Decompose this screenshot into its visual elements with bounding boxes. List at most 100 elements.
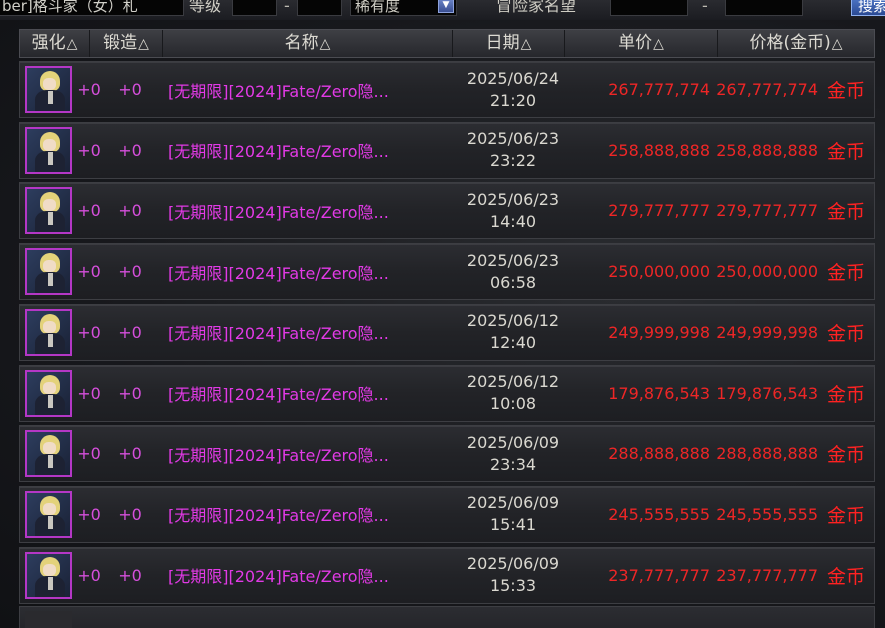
column-header-total-price[interactable]: 价格(金币)△	[718, 30, 874, 57]
item-name[interactable]: [无期限][2024]Fate/Zero隐...	[168, 183, 413, 238]
item-name[interactable]: [无期限][2024]Fate/Zero隐...	[168, 123, 413, 178]
unit-price: 288,888,888	[602, 426, 710, 481]
table-row[interactable]: +0 +0 [无期限][2024]Fate/Zero隐... 2025/06/2…	[19, 121, 875, 179]
column-header-forge[interactable]: 锻造△	[90, 30, 163, 57]
table-row[interactable]: +0 +0 [无期限][2024]Fate/Zero隐... 2025/06/0…	[19, 485, 875, 543]
listing-date-day: 2025/06/09	[466, 554, 560, 574]
table-row[interactable]: +0 +0 [无期限][2024]Fate/Zero隐... 2025/06/1…	[19, 303, 875, 361]
forge-value: +0	[115, 123, 145, 178]
listing-date: 2025/06/12 10:08	[454, 366, 572, 421]
table-header: 强化△ 锻造△ 名称△ 日期△ 单价△ 价格(金币)△	[19, 29, 875, 58]
table-row[interactable]: +0 +0 [无期限][2024]Fate/Zero隐... 2025/06/1…	[19, 364, 875, 422]
sort-triangle-icon: △	[319, 36, 331, 52]
name-text: [无期限][2024]Fate/Zero隐...	[168, 202, 389, 222]
strength-text: +0	[77, 504, 101, 524]
column-header-unit-price[interactable]: 单价△	[565, 30, 718, 57]
forge-value: +0	[115, 305, 145, 360]
total-price-text: 179,876,543	[716, 383, 818, 403]
column-header-name[interactable]: 名称△	[163, 30, 453, 57]
currency-label: 金币	[823, 548, 869, 603]
listing-date-day: 2025/06/12	[466, 311, 560, 331]
column-header-date[interactable]: 日期△	[453, 30, 565, 57]
strength-text: +0	[77, 383, 101, 403]
currency-label: 金币	[823, 244, 869, 299]
currency-text: 金币	[826, 140, 865, 163]
table-row[interactable]: +0 +0 [无期限][2024]Fate/Zero隐... 2025/06/2…	[19, 182, 875, 240]
listing-date-time: 23:34	[489, 454, 537, 474]
strength-value: +0	[74, 548, 104, 603]
table-row[interactable]: +0 +0 [无期限][2024]Fate/Zero隐... 2025/06/2…	[19, 61, 875, 118]
column-header-date-label: 日期	[485, 33, 520, 53]
strength-value: +0	[74, 366, 104, 421]
table-row-partial[interactable]	[19, 606, 875, 628]
total-price: 179,876,543	[716, 366, 818, 421]
currency-label: 金币	[823, 366, 869, 421]
search-button[interactable]: 搜索	[851, 0, 885, 16]
strength-text: +0	[77, 201, 101, 221]
currency-label: 金币	[823, 487, 869, 542]
item-name[interactable]: [无期限][2024]Fate/Zero隐...	[168, 244, 413, 299]
unit-price-text: 237,777,777	[608, 565, 710, 585]
name-text: [无期限][2024]Fate/Zero隐...	[168, 506, 389, 526]
strength-value: +0	[74, 305, 104, 360]
listing-date-time: 15:33	[489, 576, 537, 596]
fame-range-dash: -	[702, 0, 708, 15]
rarity-select[interactable]: 稀有度 ▼	[350, 0, 457, 16]
item-name[interactable]: [无期限][2024]Fate/Zero隐...	[168, 487, 413, 542]
total-price-text: 249,999,998	[716, 322, 818, 342]
item-name[interactable]: [无期限][2024]Fate/Zero隐...	[168, 62, 413, 117]
listing-date-time: 23:22	[489, 151, 537, 171]
level-label: 等级	[189, 0, 222, 15]
saber-avatar-icon[interactable]	[25, 551, 72, 599]
strength-text: +0	[77, 80, 101, 99]
forge-value: +0	[115, 548, 145, 603]
forge-value: +0	[115, 366, 145, 421]
strength-text: +0	[77, 262, 101, 282]
name-text: [无期限][2024]Fate/Zero隐...	[168, 142, 389, 162]
currency-label: 金币	[823, 123, 869, 178]
forge-value: +0	[115, 183, 145, 238]
total-price: 245,555,555	[716, 487, 818, 542]
fame-min-input[interactable]	[610, 0, 688, 16]
saber-avatar-icon[interactable]	[25, 490, 72, 538]
saber-avatar-icon[interactable]	[25, 369, 72, 417]
column-header-total-price-label: 价格(金币)	[749, 33, 831, 53]
level-max-input[interactable]	[297, 0, 342, 16]
item-name[interactable]: [无期限][2024]Fate/Zero隐...	[168, 366, 413, 421]
currency-text: 金币	[826, 80, 865, 102]
item-name[interactable]: [无期限][2024]Fate/Zero隐...	[168, 426, 413, 481]
forge-value: +0	[115, 244, 145, 299]
column-header-strength[interactable]: 强化△	[20, 30, 90, 57]
saber-avatar-icon[interactable]	[25, 187, 72, 235]
chevron-down-icon[interactable]: ▼	[438, 0, 454, 13]
table-row[interactable]: +0 +0 [无期限][2024]Fate/Zero隐... 2025/06/0…	[19, 425, 875, 483]
listing-date: 2025/06/23 14:40	[454, 183, 572, 238]
saber-avatar-icon[interactable]	[25, 126, 72, 174]
total-price: 237,777,777	[716, 548, 818, 603]
item-name[interactable]: [无期限][2024]Fate/Zero隐...	[168, 305, 413, 360]
table-row[interactable]: +0 +0 [无期限][2024]Fate/Zero隐... 2025/06/0…	[19, 546, 875, 604]
listing-date-day: 2025/06/09	[466, 493, 560, 513]
class-filter-field[interactable]: ber]格斗家（女）札	[0, 0, 184, 16]
listing-date-time: 15:41	[489, 515, 537, 535]
currency-label: 金币	[823, 183, 869, 238]
fame-max-input[interactable]	[725, 0, 803, 16]
total-price-text: 237,777,777	[716, 565, 818, 585]
total-price-text: 250,000,000	[716, 262, 818, 282]
saber-avatar-icon[interactable]	[25, 66, 72, 113]
item-name[interactable]: [无期限][2024]Fate/Zero隐...	[168, 548, 413, 603]
table-row[interactable]: +0 +0 [无期限][2024]Fate/Zero隐... 2025/06/2…	[19, 243, 875, 301]
forge-text: +0	[118, 383, 142, 403]
unit-price: 237,777,777	[602, 548, 710, 603]
unit-price: 279,777,777	[602, 183, 710, 238]
forge-value: +0	[115, 62, 145, 117]
level-range-dash: -	[284, 0, 290, 15]
name-text: [无期限][2024]Fate/Zero隐...	[168, 324, 389, 344]
level-min-input[interactable]	[232, 0, 277, 16]
strength-value: +0	[74, 487, 104, 542]
saber-avatar-icon[interactable]	[25, 430, 72, 478]
saber-avatar-icon[interactable]	[25, 308, 72, 356]
saber-avatar-icon[interactable]	[25, 248, 72, 296]
forge-text: +0	[118, 444, 142, 464]
forge-text: +0	[118, 504, 142, 524]
